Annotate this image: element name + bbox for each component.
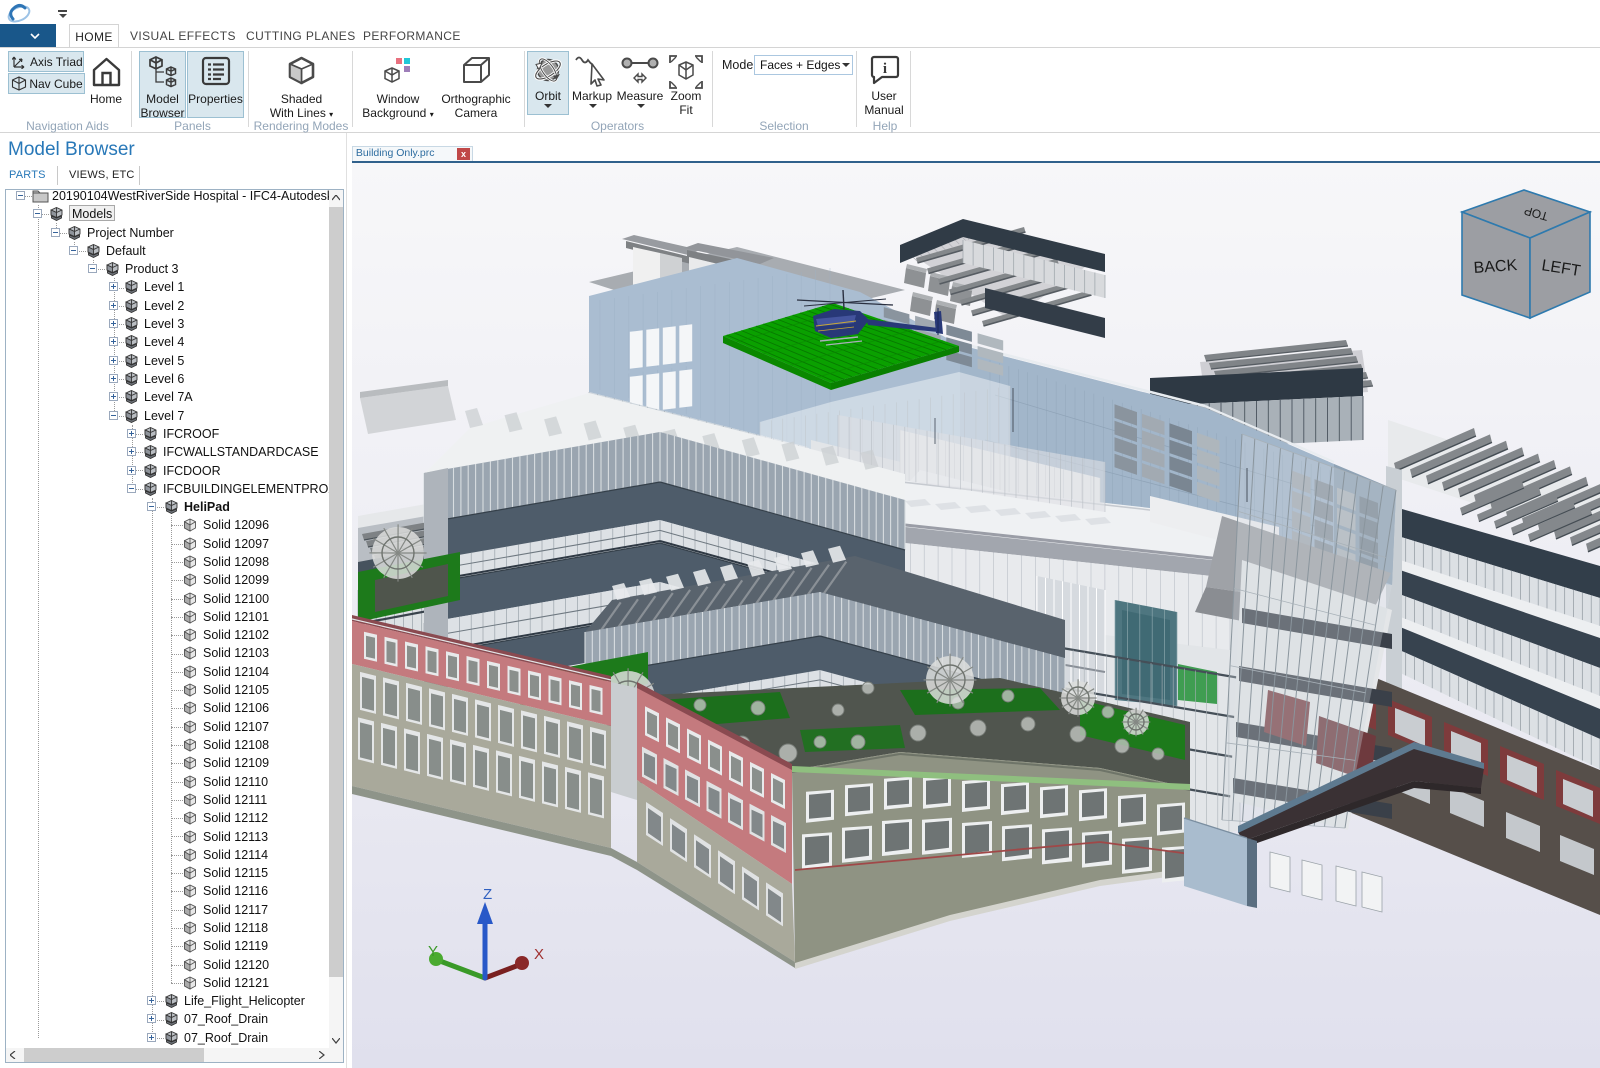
svg-text:X: X xyxy=(534,946,544,963)
svg-text:Z: Z xyxy=(483,886,492,903)
svg-text:Y: Y xyxy=(428,943,438,960)
svg-text:BACK: BACK xyxy=(1473,257,1518,277)
svg-text:i: i xyxy=(883,61,887,77)
